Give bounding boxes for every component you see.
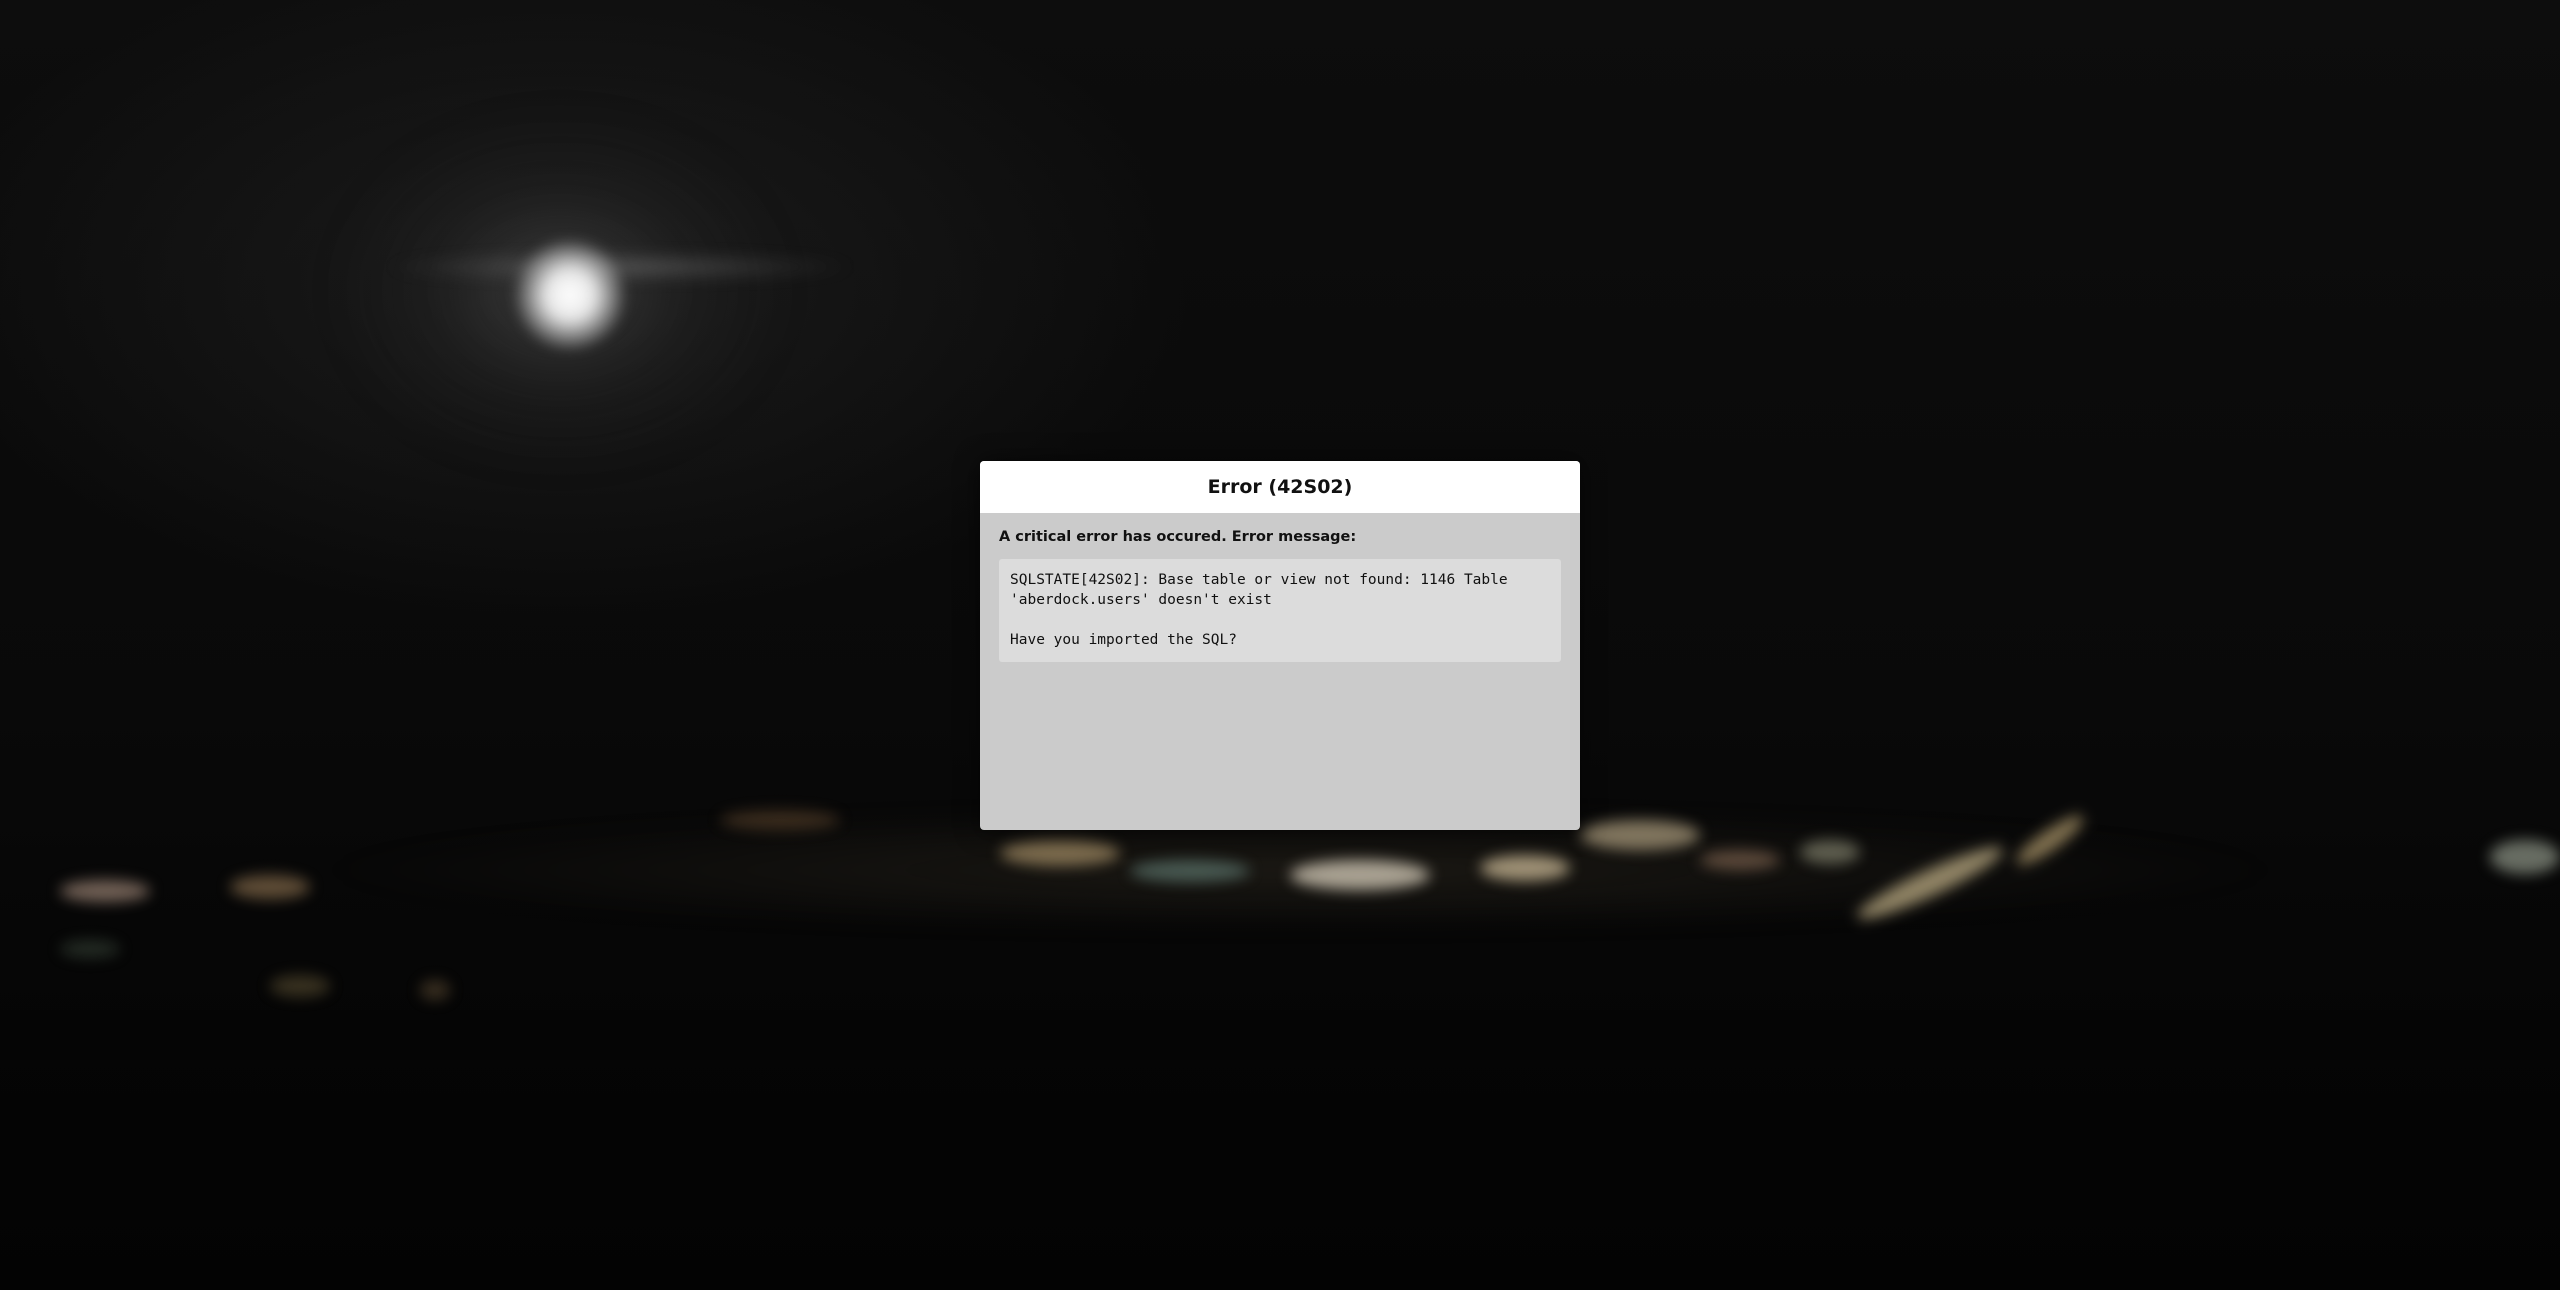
error-message-box: SQLSTATE[42S02]: Base table or view not … (999, 559, 1561, 662)
error-message-line-2: 'aberdock.users' doesn't exist (1010, 592, 1272, 608)
city-light (1700, 850, 1780, 870)
city-light (720, 810, 840, 830)
city-light (420, 980, 450, 1000)
dialog-body: A critical error has occured. Error mess… (980, 513, 1580, 678)
city-light (60, 880, 150, 902)
city-light (230, 875, 310, 899)
city-light (1130, 860, 1250, 882)
city-light (1000, 840, 1120, 866)
city-light (1800, 840, 1860, 864)
error-hint-text: Have you imported the SQL? (1010, 632, 1237, 648)
city-light (1580, 820, 1700, 850)
error-dialog: Error (42S02) A critical error has occur… (980, 461, 1580, 830)
dialog-title: Error (42S02) (1207, 476, 1353, 498)
city-light (1480, 855, 1570, 881)
error-intro-text: A critical error has occured. Error mess… (999, 529, 1357, 545)
error-message-line-1: SQLSTATE[42S02]: Base table or view not … (1010, 572, 1508, 588)
city-light (2490, 840, 2560, 874)
moon (515, 240, 625, 350)
dialog-header: Error (42S02) (980, 461, 1580, 513)
city-light (270, 975, 330, 997)
city-light (1290, 860, 1430, 890)
city-light (60, 940, 120, 958)
